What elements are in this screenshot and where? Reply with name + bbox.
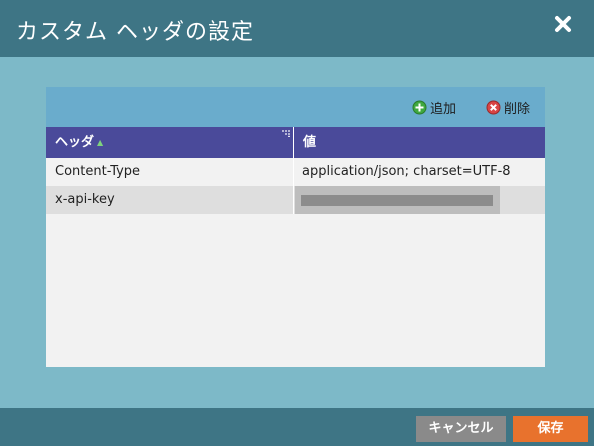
grid-header-row: ヘッダ ▲ 値 xyxy=(46,127,545,158)
sort-indicator-icon: ▲ xyxy=(97,138,104,147)
save-button[interactable]: 保存 xyxy=(513,416,588,442)
masked-value-cell[interactable] xyxy=(295,186,500,214)
delete-button-label: 削除 xyxy=(504,101,531,117)
dialog-titlebar: カスタム ヘッダの設定 xyxy=(0,0,594,57)
delete-icon xyxy=(486,100,501,114)
dialog-title: カスタム ヘッダの設定 xyxy=(16,20,254,45)
column-header-name[interactable]: ヘッダ ▲ xyxy=(46,127,294,158)
table-row[interactable]: Content-Type application/json; charset=U… xyxy=(46,158,545,186)
masked-value-bar xyxy=(301,195,493,206)
delete-button[interactable]: 削除 xyxy=(486,98,531,117)
header-value-cell[interactable]: application/json; charset=UTF-8 xyxy=(295,158,545,186)
header-name-cell[interactable]: x-api-key xyxy=(46,186,294,214)
add-button-label: 追加 xyxy=(430,101,457,117)
cancel-button[interactable]: キャンセル xyxy=(416,416,506,442)
table-row[interactable]: x-api-key xyxy=(46,186,545,214)
add-icon xyxy=(412,100,427,114)
header-grid-panel: 追加 削除 ヘッダ ▲ 値 Content-Type application/j… xyxy=(46,87,545,367)
add-button[interactable]: 追加 xyxy=(412,98,457,117)
column-header-name-label: ヘッダ xyxy=(55,135,95,150)
column-header-value-label: 値 xyxy=(303,135,317,150)
column-header-value[interactable]: 値 xyxy=(295,127,545,158)
dialog-footer: キャンセル 保存 xyxy=(0,408,594,446)
close-button[interactable] xyxy=(552,13,574,35)
column-menu-grip-icon[interactable] xyxy=(281,129,291,137)
grid-toolbar: 追加 削除 xyxy=(46,87,545,127)
close-icon xyxy=(555,16,571,32)
header-name-cell[interactable]: Content-Type xyxy=(46,158,294,186)
